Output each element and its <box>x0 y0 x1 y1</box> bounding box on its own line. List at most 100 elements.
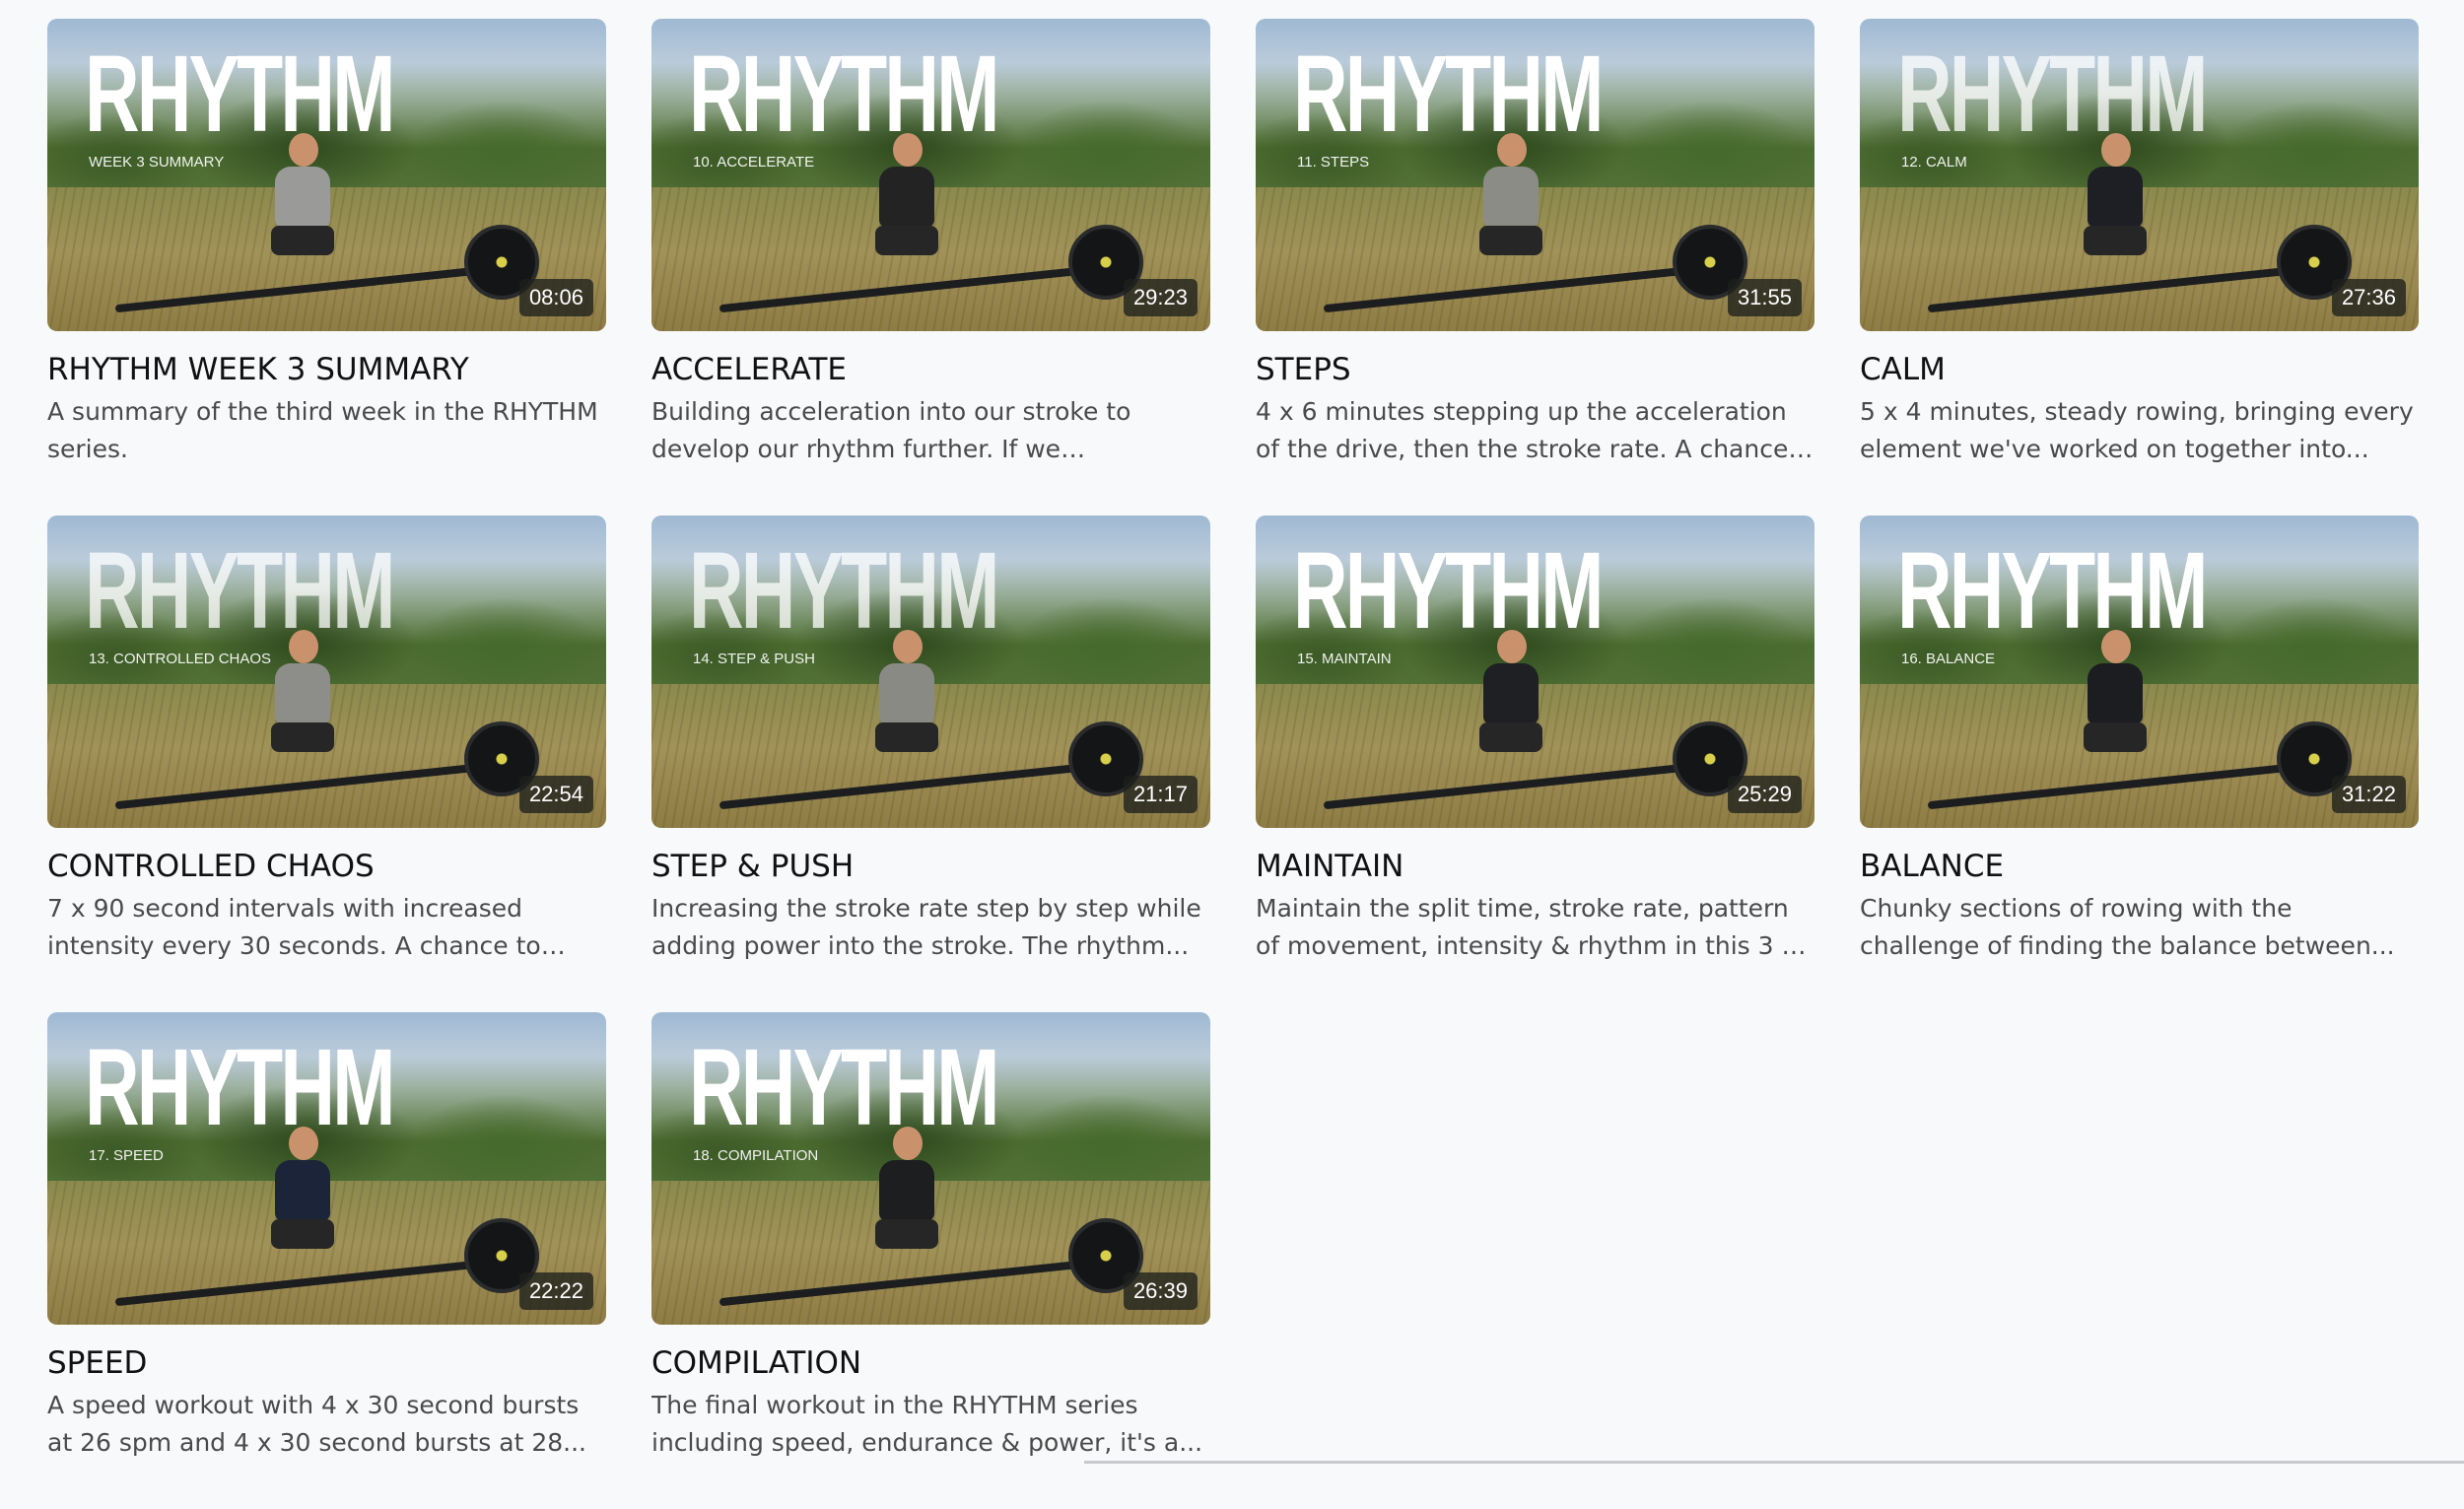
video-thumbnail[interactable]: RHYTHM 12. CALM 27:36 <box>1860 19 2419 331</box>
athlete-figure <box>1478 133 1542 281</box>
duration-badge: 29:23 <box>1123 279 1198 316</box>
video-thumbnail[interactable]: RHYTHM 15. MAINTAIN 25:29 <box>1256 515 1814 828</box>
video-description: Increasing the stroke rate step by step … <box>651 894 1201 960</box>
athlete-shirt <box>878 663 934 725</box>
athlete-shirt <box>2087 167 2143 229</box>
episode-label: 13. CONTROLLED CHAOS <box>89 651 272 667</box>
athlete-figure <box>874 133 938 281</box>
video-description: 5 x 4 minutes, steady rowing, bringing e… <box>1860 397 2414 463</box>
video-card[interactable]: RHYTHM 13. CONTROLLED CHAOS 22:54 CONTRO… <box>47 515 606 1012</box>
video-thumbnail[interactable]: RHYTHM 11. STEPS 31:55 <box>1256 19 1814 331</box>
athlete-shirt <box>274 1160 330 1222</box>
athlete-shirt <box>878 167 934 229</box>
video-title[interactable]: COMPILATION <box>651 1345 1210 1381</box>
video-card[interactable]: RHYTHM 12. CALM 27:36 CALM 5 x 4 minutes… <box>1860 19 2419 515</box>
athlete-legs <box>874 226 938 256</box>
video-title[interactable]: SPEED <box>47 1345 606 1381</box>
athlete-legs <box>2083 226 2147 256</box>
episode-label: 11. STEPS <box>1297 154 1370 171</box>
series-brand-title: RHYTHM <box>1897 530 2208 652</box>
athlete-legs <box>270 722 334 753</box>
episode-label: 16. BALANCE <box>1901 651 1996 667</box>
duration-badge: 22:54 <box>518 776 593 813</box>
video-title[interactable]: ACCELERATE <box>651 352 1210 387</box>
athlete-shirt <box>878 1160 934 1222</box>
episode-label: 18. COMPILATION <box>693 1147 819 1164</box>
athlete-shirt <box>1482 167 1539 229</box>
duration-badge: 31:55 <box>1727 279 1802 316</box>
athlete-shirt <box>1482 663 1539 725</box>
athlete-shirt <box>274 663 330 725</box>
video-thumbnail[interactable]: RHYTHM 14. STEP & PUSH 21:17 <box>651 515 1210 828</box>
episode-label: 17. SPEED <box>89 1147 164 1164</box>
video-description: A speed workout with 4 x 30 second burst… <box>47 1391 586 1457</box>
video-description: Building acceleration into our stroke to… <box>651 397 1131 463</box>
duration-badge: 25:29 <box>1727 776 1802 813</box>
athlete-legs <box>1478 226 1542 256</box>
series-brand-title: RHYTHM <box>1293 530 1604 652</box>
video-thumbnail[interactable]: RHYTHM WEEK 3 SUMMARY 08:06 <box>47 19 606 331</box>
video-title[interactable]: RHYTHM WEEK 3 SUMMARY <box>47 352 606 387</box>
video-card[interactable]: RHYTHM 11. STEPS 31:55 STEPS 4 x 6 minut… <box>1256 19 1814 515</box>
duration-badge: 26:39 <box>1123 1272 1198 1310</box>
duration-badge: 08:06 <box>518 279 593 316</box>
duration-badge: 27:36 <box>2331 279 2406 316</box>
video-grid: RHYTHM WEEK 3 SUMMARY 08:06 RHYTHM WEEK … <box>47 19 2419 1509</box>
video-card[interactable]: RHYTHM 18. COMPILATION 26:39 COMPILATION… <box>651 1012 1210 1509</box>
athlete-figure <box>874 630 938 778</box>
series-brand-title: RHYTHM <box>689 34 999 155</box>
athlete-figure <box>2083 133 2147 281</box>
video-title[interactable]: STEPS <box>1256 352 1814 387</box>
video-title[interactable]: BALANCE <box>1860 849 2419 884</box>
series-brand-title: RHYTHM <box>85 34 395 155</box>
episode-label: 14. STEP & PUSH <box>693 651 815 667</box>
series-brand-title: RHYTHM <box>689 1027 999 1148</box>
athlete-shirt <box>274 167 330 229</box>
video-card[interactable]: RHYTHM 10. ACCELERATE 29:23 ACCELERATE B… <box>651 19 1210 515</box>
video-title[interactable]: CALM <box>1860 352 2419 387</box>
video-card[interactable]: RHYTHM 16. BALANCE 31:22 BALANCE Chunky … <box>1860 515 2419 1012</box>
video-description: A summary of the third week in the RHYTH… <box>47 397 598 463</box>
series-brand-title: RHYTHM <box>85 530 395 652</box>
athlete-figure <box>270 630 334 778</box>
video-card[interactable]: RHYTHM 15. MAINTAIN 25:29 MAINTAIN Maint… <box>1256 515 1814 1012</box>
video-description: 4 x 6 minutes stepping up the accelerati… <box>1256 397 1789 463</box>
duration-badge: 31:22 <box>2331 776 2406 813</box>
athlete-legs <box>874 722 938 753</box>
athlete-legs <box>2083 722 2147 753</box>
duration-badge: 22:22 <box>518 1272 593 1310</box>
video-description: Maintain the split time, stroke rate, pa… <box>1256 894 1797 960</box>
series-brand-title: RHYTHM <box>1293 34 1604 155</box>
athlete-figure <box>270 133 334 281</box>
video-card[interactable]: RHYTHM WEEK 3 SUMMARY 08:06 RHYTHM WEEK … <box>47 19 606 515</box>
athlete-legs <box>1478 722 1542 753</box>
athlete-legs <box>270 226 334 256</box>
athlete-figure <box>270 1127 334 1274</box>
episode-label: 15. MAINTAIN <box>1297 651 1392 667</box>
video-thumbnail[interactable]: RHYTHM 13. CONTROLLED CHAOS 22:54 <box>47 515 606 828</box>
episode-label: 10. ACCELERATE <box>693 154 815 171</box>
athlete-figure <box>2083 630 2147 778</box>
video-thumbnail[interactable]: RHYTHM 10. ACCELERATE 29:23 <box>651 19 1210 331</box>
video-thumbnail[interactable]: RHYTHM 16. BALANCE 31:22 <box>1860 515 2419 828</box>
series-brand-title: RHYTHM <box>689 530 999 652</box>
video-card[interactable]: RHYTHM 14. STEP & PUSH 21:17 STEP & PUSH… <box>651 515 1210 1012</box>
video-thumbnail[interactable]: RHYTHM 17. SPEED 22:22 <box>47 1012 606 1325</box>
video-title[interactable]: MAINTAIN <box>1256 849 1814 884</box>
athlete-legs <box>874 1219 938 1250</box>
athlete-figure <box>1478 630 1542 778</box>
athlete-shirt <box>2087 663 2143 725</box>
series-brand-title: RHYTHM <box>1897 34 2208 155</box>
video-description: Chunky sections of rowing with the chall… <box>1860 894 2395 960</box>
video-title[interactable]: CONTROLLED CHAOS <box>47 849 606 884</box>
series-brand-title: RHYTHM <box>85 1027 395 1148</box>
duration-badge: 21:17 <box>1123 776 1198 813</box>
video-description: The final workout in the RHYTHM series i… <box>651 1391 1203 1457</box>
athlete-figure <box>874 1127 938 1274</box>
video-card[interactable]: RHYTHM 17. SPEED 22:22 SPEED A speed wor… <box>47 1012 606 1509</box>
video-description: 7 x 90 second intervals with increased i… <box>47 894 541 960</box>
episode-label: WEEK 3 SUMMARY <box>89 154 225 171</box>
video-title[interactable]: STEP & PUSH <box>651 849 1210 884</box>
athlete-legs <box>270 1219 334 1250</box>
video-thumbnail[interactable]: RHYTHM 18. COMPILATION 26:39 <box>651 1012 1210 1325</box>
